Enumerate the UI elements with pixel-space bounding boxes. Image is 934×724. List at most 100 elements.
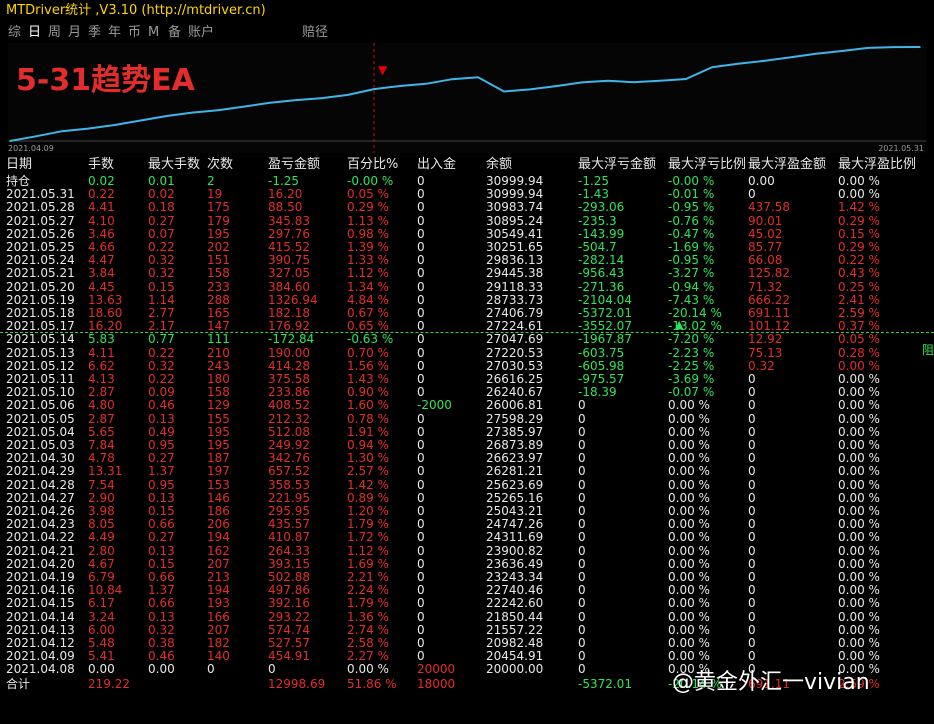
cell-flp: 0.00 % [668,398,710,413]
cell-io: 0 [417,266,425,281]
tab-9[interactable]: 账户 [186,22,216,43]
cell-io: 0 [417,213,425,228]
cell-cnt: 153 [207,477,230,492]
cell-pct: 1.36 % [347,609,389,624]
cell-bal: 21850.44 [486,609,544,624]
side-label: 阻 [922,343,934,357]
cell-pct: 0.78 % [347,411,389,426]
cell-fl: -1967.87 [578,332,632,347]
tab-6[interactable]: 币 [126,22,143,43]
cell-lots: 0.00 [88,662,115,677]
cell-fp: 0 [748,609,756,624]
cell-flp: 0.00 % [668,596,710,611]
cell-fl: 0 [578,464,586,479]
table-row: 2021.05.04 5.65 0.49 195 512.08 1.91 % 0 27385.… [0,425,934,439]
cell-fl: 0 [578,398,586,413]
tab-4[interactable]: 季 [86,22,103,43]
mouse-cursor-icon: ▲ [675,318,684,331]
cell-maxlots: 0.95 [148,477,175,492]
cell-fl: -293.06 [578,200,625,215]
tab-1[interactable]: 日 [26,22,43,43]
cell-lots: 4.49 [88,530,115,545]
tab-7[interactable]: M [146,22,161,43]
cell-fpp: 0.25 % [838,279,880,294]
cell-maxlots: 0.27 [148,530,175,545]
table-row: 2021.04.14 3.24 0.13 166 293.22 1.36 % 0 21850.… [0,609,934,624]
cell-cnt: 193 [207,596,230,611]
cell-lots: 13.31 [88,464,123,479]
cell-flp: 0.00 % [668,530,710,545]
table-row: 2021.04.21 2.80 0.13 162 264.33 1.12 % 0 23900.… [0,543,934,558]
equity-point [425,83,427,85]
equity-point [35,135,37,138]
cell-io: 20000 [417,662,456,677]
window-title: MTDriver统计 ,V3.10 (http://mtdriver.cn) [0,0,934,22]
cell-fp: 12.92 [748,332,783,347]
column-header: 最大手数 [148,157,201,172]
cell-bal: 27598.29 [486,411,544,426]
cell-bal: 27047.69 [486,332,544,347]
total-d: 合计 [6,676,31,691]
cell-lots: 6.17 [88,596,115,611]
cell-pl: 358.53 [268,477,310,492]
tab-2[interactable]: 周 [46,22,63,43]
tab-8[interactable]: 备 [166,22,183,43]
cell-flp: 0.00 % [668,411,710,426]
cell-fl: 0 [578,411,586,426]
table-row: 2021.04.23 8.05 0.66 206 435.57 1.79 % 0 24747.… [0,517,934,531]
cell-pct: 0.29 % [347,200,389,215]
tab-0[interactable]: 综 [6,22,23,43]
equity-point [503,90,505,93]
cell-io: 0 [417,530,425,545]
cell-cnt: 197 [207,464,230,479]
cell-lots: 5.83 [88,332,115,347]
tab-3[interactable]: 月 [66,22,83,43]
cell-io: 0 [417,411,425,426]
cell-fpp: 0.00 % [838,530,880,545]
cell-fpp: 0.00 % [838,398,880,413]
table-row: 2021.05.31 0.22 0.02 19 16.20 0.05 % 0 30999.94… [0,187,934,201]
table-row: 2021.04.26 3.98 0.15 186 295.95 1.20 % 0 25043.… [0,504,934,518]
column-header: 日期 [6,157,33,172]
cell-flp: -0.95 % [668,200,715,215]
cell-cnt: 210 [207,345,230,360]
watermark: @黄金外汇一vivian [672,670,870,695]
tab-5[interactable]: 年 [106,22,123,43]
cell-pct: 1.34 % [347,279,389,294]
cell-flp: -0.76 % [668,213,715,228]
cell-lots: 2.80 [88,543,115,558]
cell-lots: 4.41 [88,200,115,215]
cell-io: 0 [417,596,425,611]
table-row: 2021.04.09 5.41 0.46 140 454.91 2.27 % 0 20454.… [0,649,934,663]
equity-point [87,127,89,130]
equity-point [763,60,765,62]
tab-bar: 综日周月季年币 M 备账户 赔径 [0,22,934,43]
total-io: 18000 [417,676,456,691]
cell-bal: 20000.00 [486,662,544,677]
tab-10[interactable]: 赔径 [300,22,330,43]
cell-d: 2021.05.20 [6,279,75,294]
cell-pl: 327.05 [268,266,310,281]
cell-flp: 0.00 % [668,543,710,558]
cell-io: -2000 [417,398,452,413]
cell-fpp: 0.00 % [838,543,880,558]
equity-point [451,78,453,80]
column-header: 盈亏金额 [268,157,321,172]
cell-cnt: 158 [207,266,230,281]
cell-flp: -7.20 % [668,332,715,347]
cell-fpp: 0.43 % [838,266,880,281]
cell-d: 2021.05.28 [6,200,75,215]
cell-fpp: 0.00 % [838,464,880,479]
cell-fp: 90.01 [748,213,783,228]
equity-point [841,50,843,52]
cell-pl: 190.00 [268,345,310,360]
cell-d: 2021.04.22 [6,530,75,545]
equity-point [61,130,63,132]
cell-bal: 25623.69 [486,477,544,492]
cell-pct: 2.57 % [347,464,389,479]
cell-fl: 0 [578,530,586,545]
equity-point [217,109,219,112]
cell-maxlots: 0.13 [148,609,175,624]
cell-flp: 0.00 % [668,464,710,479]
cell-io: 0 [417,477,425,492]
